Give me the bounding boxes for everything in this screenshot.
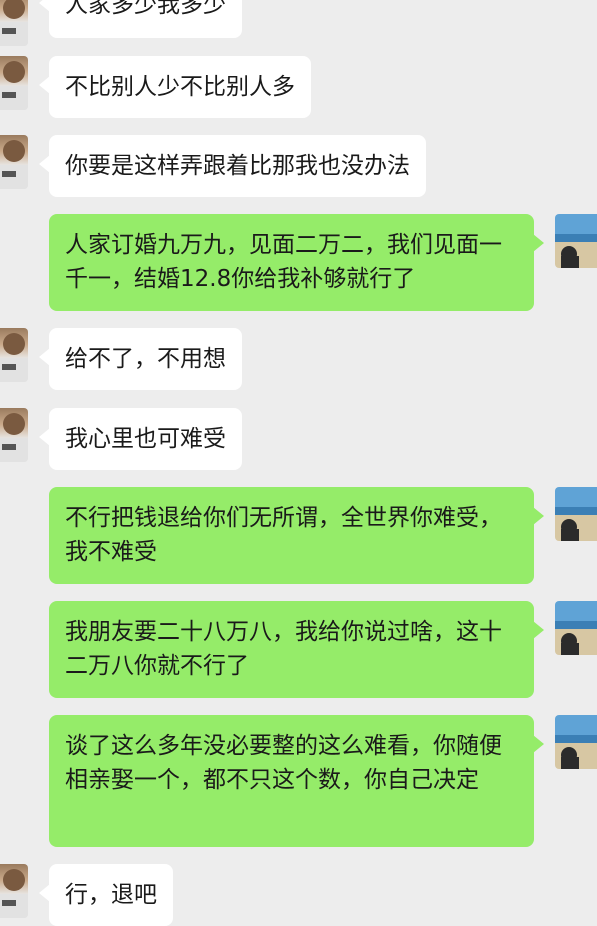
chat-message-list[interactable]: 人家多少我多少 不比别人少不比别人多 你要是这样弄跟着比那我也没办法 人家订婚九… (0, 0, 597, 926)
beach-avatar-icon (555, 214, 597, 268)
message-bubble[interactable]: 人家订婚九万九，见面二万二，我们见面一千一，结婚12.8你给我补够就行了 (49, 214, 544, 311)
person-avatar-icon (0, 333, 28, 382)
person-avatar-icon (0, 413, 28, 462)
message-bubble[interactable]: 你要是这样弄跟着比那我也没办法 (39, 135, 426, 197)
person-avatar-icon (0, 61, 28, 110)
message-bubble[interactable]: 行，退吧 (39, 864, 173, 926)
beach-avatar-icon (555, 715, 597, 769)
message-bubble[interactable]: 不行把钱退给你们无所谓，全世界你难受，我不难受 (49, 487, 544, 584)
contact-avatar[interactable] (0, 864, 28, 918)
my-avatar[interactable] (555, 487, 597, 541)
my-avatar[interactable] (555, 214, 597, 268)
message-bubble[interactable]: 人家多少我多少 (39, 0, 242, 38)
beach-avatar-icon (555, 487, 597, 541)
contact-avatar[interactable] (0, 135, 28, 189)
my-avatar[interactable] (555, 601, 597, 655)
my-avatar[interactable] (555, 715, 597, 769)
contact-avatar[interactable] (0, 56, 28, 110)
message-bubble[interactable]: 不比别人少不比别人多 (39, 56, 311, 118)
message-bubble[interactable]: 谈了这么多年没必要整的这么难看，你随便相亲娶一个，都不只这个数，你自己决定 (49, 715, 544, 847)
contact-avatar[interactable] (0, 408, 28, 462)
beach-avatar-icon (555, 601, 597, 655)
contact-avatar[interactable] (0, 328, 28, 382)
message-bubble[interactable]: 我心里也可难受 (39, 408, 242, 470)
person-avatar-icon (0, 140, 28, 189)
message-bubble[interactable]: 给不了，不用想 (39, 328, 242, 390)
person-avatar-icon (0, 0, 28, 46)
person-avatar-icon (0, 869, 28, 918)
contact-avatar[interactable] (0, 0, 28, 46)
message-bubble[interactable]: 我朋友要二十八万八，我给你说过啥，这十二万八你就不行了 (49, 601, 544, 698)
